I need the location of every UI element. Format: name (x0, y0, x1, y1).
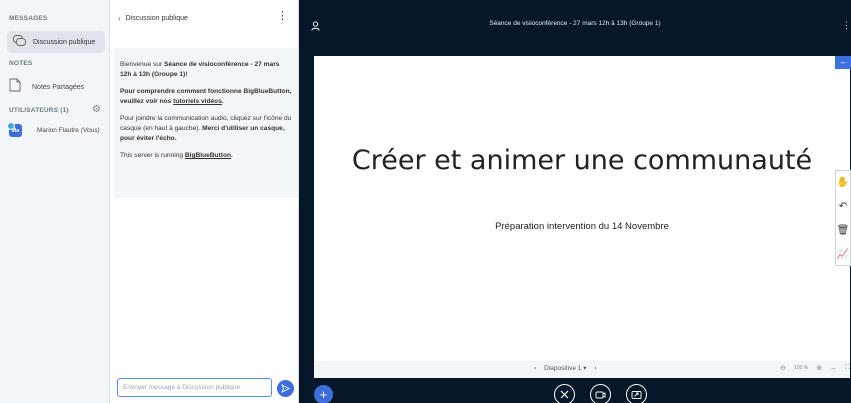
fullscreen-icon[interactable]: ⛶ (845, 364, 850, 372)
meeting-title: Séance de visioconférence - 27 mars 12h … (489, 20, 661, 27)
actions-button[interactable]: + (314, 385, 333, 403)
presentation-toolbar: ‹ Diapositive 1 ▾ › ⊖ 100 % ⊕ ↔ ⛶ (314, 361, 850, 378)
camera-icon (595, 391, 606, 398)
zoom-level: 100 % (794, 365, 809, 371)
mic-off-button[interactable] (554, 384, 575, 403)
undo-icon[interactable]: ↶ (836, 195, 850, 219)
more-options-icon[interactable]: ⋮ (277, 11, 288, 22)
slide-title: Créer et animer une communauté (351, 145, 813, 176)
slide-selector[interactable]: Diapositive 1 ▾ (544, 364, 586, 372)
document-icon (9, 78, 21, 94)
whiteboard-toolbar: ✋ ↶ 🗑 📈 (835, 170, 851, 266)
sidebar-item-label: Discussion publique (33, 38, 96, 46)
previous-slide-button[interactable]: ‹ (534, 365, 536, 372)
welcome-paragraph: This server is running BigBlueButton. (120, 151, 292, 161)
app: MESSAGES Discussion publique NOTES Notes… (0, 0, 851, 403)
sidebar-item-label: Notes Partagées (32, 84, 85, 91)
chat-title: Discussion publique (125, 15, 188, 22)
slide-navigation: ‹ Diapositive 1 ▾ › (534, 364, 597, 373)
tutorials-link[interactable]: tutoriels vidéos (173, 98, 222, 105)
presentation-slide: Créer et animer une communauté Préparati… (314, 56, 850, 361)
message-input[interactable]: Envoyer message à Discussion publique (117, 378, 272, 397)
chat-icon (13, 35, 26, 49)
microphone-off-icon (560, 390, 569, 399)
send-button[interactable] (277, 380, 294, 397)
welcome-text: ! (185, 70, 188, 78)
welcome-text: . (221, 97, 224, 105)
action-bar: + (299, 378, 851, 403)
chat-panel: ‹ Discussion publique ⋮ Bienvenue sur Sé… (110, 0, 299, 403)
minimize-presentation-button[interactable]: – (835, 56, 851, 69)
trash-icon[interactable]: 🗑 (836, 219, 850, 243)
user-name: Marion Flautre (Vous) (37, 127, 100, 134)
avatar: Ma (7, 122, 22, 137)
chart-icon[interactable]: 📈 (836, 243, 850, 267)
options-menu-icon[interactable]: ⋮ (842, 20, 851, 31)
zoom-in-icon[interactable]: ⊕ (816, 364, 822, 372)
zoom-controls: ⊖ 100 % ⊕ ↔ ⛶ (780, 364, 850, 372)
chat-header[interactable]: ‹ Discussion publique (118, 14, 188, 23)
welcome-message: Bienvenue sur Séance de visioconférence … (114, 48, 298, 198)
slide-subtitle: Préparation intervention du 14 Novembre (495, 221, 669, 232)
sidebar: MESSAGES Discussion publique NOTES Notes… (0, 0, 110, 403)
camera-button[interactable] (590, 384, 611, 403)
welcome-text: Bienvenue sur (120, 61, 164, 68)
presentation-area: Séance de visioconférence - 27 mars 12h … (299, 0, 851, 403)
user-name-text: Marion Flautre (37, 127, 79, 134)
messages-section-title: MESSAGES (9, 15, 48, 22)
screen-share-icon (631, 390, 642, 399)
slide-label: Diapositive 1 (544, 365, 582, 372)
user-you-tag: (Vous) (80, 127, 100, 134)
send-icon (281, 384, 290, 393)
users-section-title: UTILISATEURS (1) (9, 107, 69, 114)
welcome-paragraph: Pour comprendre comment fonctionne BigBl… (120, 87, 292, 106)
chevron-left-icon: ‹ (118, 14, 121, 23)
user-list-item[interactable]: Ma Marion Flautre (Vous) (7, 122, 100, 137)
sidebar-item-public-chat[interactable]: Discussion publique (7, 31, 105, 53)
sidebar-item-shared-notes[interactable]: Notes Partagées (9, 78, 84, 94)
notes-section-title: NOTES (9, 60, 33, 67)
bigbluebutton-link[interactable]: BigBlueButton (185, 152, 231, 159)
welcome-text: This server is running (120, 152, 185, 160)
next-slide-button[interactable]: › (594, 365, 596, 372)
fit-width-icon[interactable]: ↔ (830, 365, 837, 372)
zoom-out-icon[interactable]: ⊖ (780, 364, 786, 372)
screen-share-button[interactable] (626, 384, 647, 403)
welcome-paragraph: Pour joindre la communication audio, cli… (120, 114, 292, 143)
welcome-text: . (231, 152, 233, 160)
hand-tool-icon[interactable]: ✋ (836, 171, 850, 195)
welcome-paragraph: Bienvenue sur Séance de visioconférence … (120, 60, 292, 79)
gear-icon[interactable]: ⚙ (92, 105, 102, 115)
